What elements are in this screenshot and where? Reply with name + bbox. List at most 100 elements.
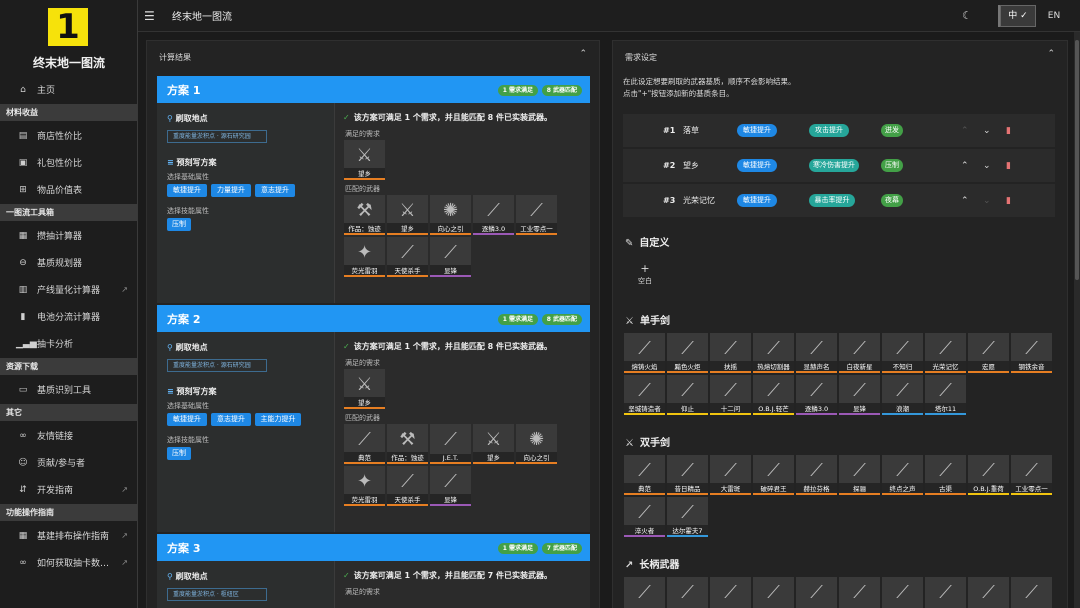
weapon-card[interactable]: ⟋ 光荣记忆 [925, 333, 966, 373]
move-down-icon[interactable]: ⌄ [983, 161, 991, 171]
base-attr-pill[interactable]: 敏捷提升 [737, 194, 777, 207]
weapon-card[interactable]: ✦ 荧光雷羽 [344, 237, 385, 277]
weapon-card[interactable]: ⟋ 浪潮 [882, 375, 923, 415]
page-scrollbar[interactable] [1074, 32, 1080, 608]
move-up-icon[interactable]: ⌃ [961, 196, 969, 206]
weapon-card[interactable]: ⟋ [968, 577, 1009, 608]
location-value[interactable]: 重度能量淤积点 · 源石研究园 [167, 130, 267, 143]
weapon-card[interactable]: ⟋ 赫拉芬格 [796, 455, 837, 495]
weapon-card[interactable]: ⟋ 终点之声 [882, 455, 923, 495]
sidebar-item-layout-guide[interactable]: ▦ 基建排布操作指南 ↗ [0, 522, 137, 549]
weapon-card[interactable]: ⟋ [667, 577, 708, 608]
move-down-icon[interactable]: ⌄ [983, 196, 991, 206]
weapon-card[interactable]: ⟋ 大雷斑 [710, 455, 751, 495]
weapon-card[interactable]: ⚔ 望乡 [344, 140, 385, 180]
weapon-card[interactable]: ⟋ 工业零点一 [1011, 455, 1052, 495]
weapon-card[interactable]: ⟋ 显赫声名 [796, 333, 837, 373]
extra-attr-pill[interactable]: 暴击率提升 [809, 194, 855, 207]
weapon-card[interactable]: ⟋ 探骊 [839, 455, 880, 495]
weapon-card[interactable]: ⟋ 十二问 [710, 375, 751, 415]
lang-en-button[interactable]: EN [1036, 5, 1072, 27]
weapon-card[interactable]: ⟋ 扶摇 [710, 333, 751, 373]
weapon-card[interactable]: ⟋ 逐鳞3.0 [473, 195, 514, 235]
weapon-card[interactable]: ✺ 向心之引 [430, 195, 471, 235]
weapon-card[interactable]: ⟋ 钢铁余音 [1011, 333, 1052, 373]
delete-icon[interactable]: ▮ [1006, 126, 1011, 136]
extra-attr-pill[interactable]: 攻击提升 [809, 124, 849, 137]
extra-attr-pill[interactable]: 寒冷伤害提升 [809, 159, 859, 172]
weapon-card[interactable]: ⟋ 熔铸火焰 [624, 333, 665, 373]
weapon-name[interactable]: 落草 [683, 125, 699, 136]
move-up-icon[interactable]: ⌃ [961, 126, 969, 136]
sidebar-item-friend-links[interactable]: ∞ 友情链接 [0, 422, 137, 449]
base-attr-pill[interactable]: 敏捷提升 [737, 159, 777, 172]
weapon-card[interactable]: ⚒ 作品：蚀迹 [344, 195, 385, 235]
weapon-card[interactable]: ⟋ 坚城铸造者 [624, 375, 665, 415]
sidebar-item-home[interactable]: ⌂ 主页 [0, 76, 137, 103]
weapon-card[interactable]: ⚔ 望乡 [473, 424, 514, 464]
weapon-card[interactable]: ⟋ [624, 577, 665, 608]
sidebar-item-item-value[interactable]: ⊞ 物品价值表 [0, 176, 137, 203]
scrollbar-thumb[interactable] [1075, 40, 1079, 280]
sidebar-item-contributors[interactable]: ☺ 贡献/参与者 [0, 449, 137, 476]
weapon-card[interactable]: ⟋ 古渠 [925, 455, 966, 495]
chevron-up-icon[interactable]: ⌃ [1047, 49, 1055, 59]
weapon-card[interactable]: ⟋ [1011, 577, 1052, 608]
app-logo[interactable]: 1 [48, 8, 88, 46]
lang-zh-button[interactable]: 中 ✓ [1000, 5, 1036, 27]
weapon-card[interactable]: ⟋ J.E.T. [430, 424, 471, 464]
sidebar-item-battery-calc[interactable]: ▮ 电池分流计算器 [0, 303, 137, 330]
delete-icon[interactable]: ▮ [1006, 161, 1011, 171]
skill-attr-chip[interactable]: 压制 [167, 218, 191, 231]
base-attr-chip[interactable]: 力量提升 [211, 184, 251, 197]
weapon-card[interactable]: ⟋ 塔尔11 [925, 375, 966, 415]
chevron-up-icon[interactable]: ⌃ [579, 49, 587, 59]
weapon-card[interactable]: ⟋ 典范 [624, 455, 665, 495]
weapon-name[interactable]: 望乡 [683, 160, 699, 171]
weapon-card[interactable]: ⟋ [925, 577, 966, 608]
sidebar-item-production-calc[interactable]: ▥ 产线量化计算器 ↗ [0, 276, 137, 303]
location-value[interactable]: 重度能量淤积点 · 枢纽区 [167, 588, 267, 601]
sidebar-item-pack-value[interactable]: ▣ 礼包性价比 [0, 149, 137, 176]
weapon-card[interactable]: ⚔ 望乡 [387, 195, 428, 235]
weapon-card[interactable]: ⟋ [882, 577, 923, 608]
weapon-card[interactable]: ⟋ 不知归 [882, 333, 923, 373]
skill-attr-pill[interactable]: 夜幕 [881, 194, 903, 207]
weapon-card[interactable]: ⟋ 显锋 [430, 466, 471, 506]
weapon-card[interactable]: ⟋ 淬火者 [624, 497, 665, 537]
weapon-card[interactable]: ✦ 荧光雷羽 [344, 466, 385, 506]
weapon-card[interactable]: ⚔ 望乡 [344, 369, 385, 409]
weapon-card[interactable]: ⟋ 宏愿 [968, 333, 1009, 373]
weapon-card[interactable]: ⟋ [796, 577, 837, 608]
skill-attr-pill[interactable]: 迸发 [881, 124, 903, 137]
weapon-name[interactable]: 光荣记忆 [683, 195, 715, 206]
weapon-card[interactable]: ✺ 向心之引 [516, 424, 557, 464]
base-attr-chip[interactable]: 敏捷提升 [167, 413, 207, 426]
sidebar-item-dev-guide[interactable]: ⇵ 开发指南 ↗ [0, 476, 137, 503]
theme-toggle-icon[interactable]: ☾ [956, 6, 978, 26]
weapon-card[interactable]: ⟋ 达尔霍夫7 [667, 497, 708, 537]
weapon-card[interactable]: ⟋ 工业零点一 [516, 195, 557, 235]
sidebar-item-savings-calc[interactable]: ▦ 攒抽计算器 [0, 222, 137, 249]
weapon-card[interactable]: ⟋ 热熔切割器 [753, 333, 794, 373]
skill-attr-pill[interactable]: 压制 [881, 159, 903, 172]
move-up-icon[interactable]: ⌃ [961, 161, 969, 171]
weapon-card[interactable]: ⟋ 显锋 [430, 237, 471, 277]
location-value[interactable]: 重度能量淤积点 · 源石研究园 [167, 359, 267, 372]
delete-icon[interactable]: ▮ [1006, 196, 1011, 206]
base-attr-chip[interactable]: 敏捷提升 [167, 184, 207, 197]
weapon-card[interactable]: ⟋ 天使杀手 [387, 466, 428, 506]
base-attr-chip[interactable]: 意志提升 [255, 184, 295, 197]
sidebar-item-shop-value[interactable]: ▤ 商店性价比 [0, 122, 137, 149]
weapon-card[interactable]: ⟋ 逐鳞3.0 [796, 375, 837, 415]
weapon-card[interactable]: ⟋ [839, 577, 880, 608]
weapon-card[interactable]: ⟋ 显锋 [839, 375, 880, 415]
weapon-card[interactable]: ⟋ 黯色火炬 [667, 333, 708, 373]
weapon-card[interactable]: ⟋ 白夜新星 [839, 333, 880, 373]
weapon-card[interactable]: ⟋ O.B.J.轻芒 [753, 375, 794, 415]
sidebar-item-matrix-tool[interactable]: ▭ 基质识别工具 [0, 376, 137, 403]
weapon-card[interactable]: ⟋ 昔日精品 [667, 455, 708, 495]
sidebar-item-gacha-count-guide[interactable]: ∞ 如何获取抽卡数… ↗ [0, 549, 137, 576]
sidebar-item-gacha-analysis[interactable]: ▁▃▅ 抽卡分析 [0, 330, 137, 357]
weapon-card[interactable]: ⟋ 仰止 [667, 375, 708, 415]
